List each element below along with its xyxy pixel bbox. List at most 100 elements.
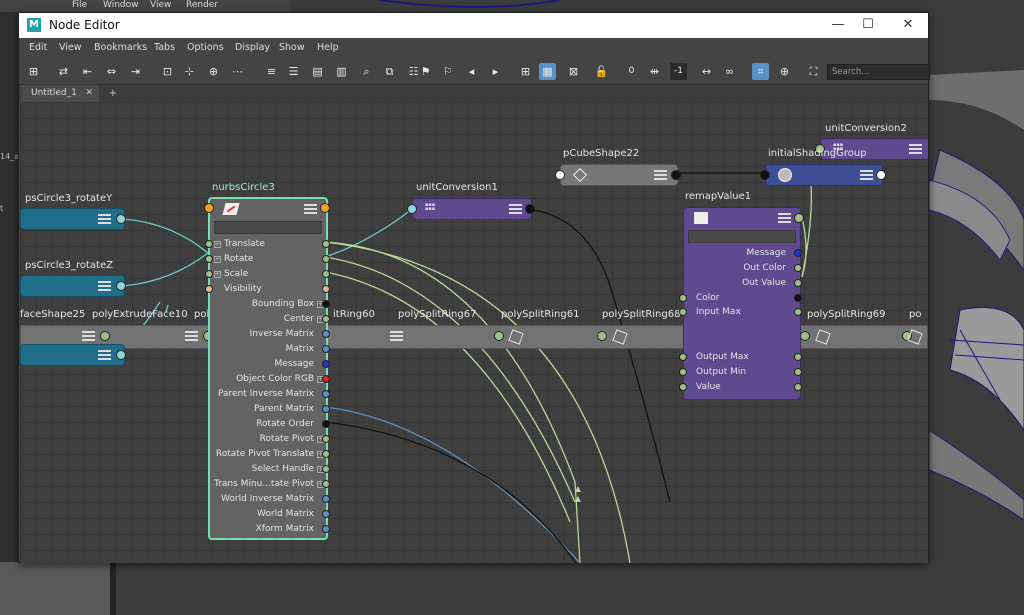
attr-output-port[interactable] [794, 264, 802, 272]
bg-menu-window[interactable]: Window [103, 0, 139, 10]
frame-selected-icon[interactable]: ⊹ [181, 63, 198, 80]
attr-input-port[interactable] [679, 368, 687, 376]
close-button[interactable]: ✕ [893, 16, 923, 34]
add-tab-button[interactable]: + [105, 85, 121, 102]
nurbs-attr-row[interactable]: + Select Handle [210, 462, 330, 477]
maximize-button[interactable]: ☐ [853, 16, 883, 34]
ring-port[interactable] [100, 331, 110, 341]
io-connections-icon[interactable]: ⇔ [103, 63, 120, 80]
bookmark-icon[interactable]: ⚑ [417, 63, 434, 80]
output-port[interactable] [116, 350, 126, 360]
expand-attr-icon[interactable]: + [214, 271, 221, 278]
zero-value[interactable]: 0 [623, 63, 640, 80]
frame-all-icon[interactable]: ⊡ [159, 63, 176, 80]
node-input-port[interactable] [204, 203, 214, 213]
nurbs-attr-row[interactable]: Parent Matrix [210, 402, 330, 417]
menu-bookmarks[interactable]: Bookmarks [94, 42, 147, 53]
shader-icon[interactable]: ⊠ [565, 63, 582, 80]
nurbs-attr-row[interactable]: Rotate Order [210, 417, 330, 432]
menu-tabs[interactable]: Tabs [154, 42, 175, 53]
input-port[interactable] [760, 170, 770, 180]
output-port[interactable] [116, 214, 126, 224]
graph-canvas[interactable]: psCircle3_rotateY psCircle3_rotateZ face… [20, 102, 928, 563]
nurbs-attr-row[interactable]: + Scale [205, 267, 330, 282]
bg-menu-view[interactable]: View [150, 0, 171, 10]
tab-close-icon[interactable]: ✕ [85, 85, 93, 102]
node-list-icon[interactable] [98, 281, 111, 291]
output-connections-icon[interactable]: ⇥ [127, 63, 144, 80]
ring-list-icon[interactable] [82, 331, 95, 341]
nurbs-attr-row[interactable]: Inverse Matrix [210, 327, 330, 342]
output-port[interactable] [794, 213, 804, 223]
node-unitConversion1[interactable]: ▪▪▪ ▪▪▪ [407, 198, 535, 220]
nurbs-attr-row[interactable]: Parent Inverse Matrix [210, 387, 330, 402]
nurbs-attr-row[interactable]: World Inverse Matrix [210, 492, 330, 507]
nurbs-attr-row[interactable]: + Rotate Pivot [210, 432, 330, 447]
node-pCubeShape22[interactable] [555, 164, 681, 186]
node-rotateY[interactable] [20, 208, 126, 230]
attr-input-port[interactable] [205, 285, 213, 293]
input-port[interactable] [555, 170, 565, 180]
attr-output-port[interactable] [322, 255, 330, 263]
title-bar[interactable]: M Node Editor — ☐ ✕ [19, 13, 928, 38]
nurbs-attr-row[interactable]: World Matrix [210, 507, 330, 522]
spread-icon[interactable]: ⇹ [646, 63, 663, 80]
link-icon[interactable]: ∞ [721, 63, 738, 80]
attr-output-port[interactable] [794, 368, 802, 376]
remap-attr-row[interactable]: Out Value [684, 276, 802, 291]
attr-output-port[interactable] [322, 480, 330, 488]
menu-options[interactable]: Options [187, 42, 224, 53]
attr-output-port[interactable] [322, 525, 330, 533]
output-port[interactable] [116, 281, 126, 291]
attr-input-port[interactable] [205, 255, 213, 263]
node-list-icon[interactable] [509, 204, 522, 214]
node-list-icon[interactable] [778, 213, 791, 223]
node-initialShadingGroup[interactable] [760, 164, 886, 186]
menu-view[interactable]: View [59, 42, 82, 53]
remap-attr-row[interactable]: Input Max [679, 305, 802, 320]
input-connections-icon[interactable]: ⇤ [79, 63, 96, 80]
node-nurbsCircle3[interactable]: + Translate + Rotate + Scale Visibility + Boundi… [204, 197, 330, 540]
menu-edit[interactable]: Edit [29, 42, 47, 53]
attr-output-port[interactable] [794, 279, 802, 287]
attr-output-port[interactable] [794, 249, 802, 257]
swap-icon[interactable]: ⇄ [55, 63, 72, 80]
custom-mode-icon[interactable]: ▥ [333, 63, 350, 80]
add-selected-icon[interactable]: ⊞ [25, 63, 42, 80]
align-icon[interactable]: ⋯ [229, 63, 246, 80]
full-mode-icon[interactable]: ▤ [309, 63, 326, 80]
node-rotateZ[interactable] [20, 275, 126, 297]
attr-input-port[interactable] [679, 383, 687, 391]
layout-icon[interactable]: ⊕ [205, 63, 222, 80]
nurbs-attr-row[interactable]: Xform Matrix [210, 522, 330, 537]
graph-icon[interactable]: ⧉ [381, 63, 398, 80]
attr-output-port[interactable] [322, 375, 330, 383]
lock-icon[interactable]: 🔓 [593, 63, 610, 80]
minimize-button[interactable]: — [823, 16, 853, 34]
snap-grid-icon[interactable]: ⌗ [752, 63, 769, 80]
bg-menu-file[interactable]: File [72, 0, 87, 10]
node-list-icon[interactable] [98, 350, 111, 360]
attr-output-port[interactable] [322, 315, 330, 323]
attr-input-port[interactable] [205, 240, 213, 248]
attr-output-port[interactable] [322, 285, 330, 293]
expand-attr-icon[interactable]: + [214, 256, 221, 263]
nurbs-attr-row[interactable]: + Translate [205, 237, 330, 252]
node-rename-field[interactable] [214, 221, 322, 234]
nurbs-attr-row[interactable]: Visibility [205, 282, 330, 297]
attr-output-port[interactable] [322, 450, 330, 458]
search-input[interactable]: Search... [827, 64, 930, 80]
attr-input-port[interactable] [205, 270, 213, 278]
node-faceShape[interactable] [20, 344, 126, 366]
nurbs-attr-row[interactable]: + Center [210, 312, 330, 327]
magnify-icon[interactable]: ⌕ [358, 63, 375, 80]
node-remapValue1[interactable]: Message Out Color Out Value Color Input Max O… [679, 207, 804, 400]
bookmark-prev-icon[interactable]: ◂ [463, 63, 480, 80]
output-port[interactable] [876, 170, 886, 180]
attr-output-port[interactable] [322, 510, 330, 518]
attr-output-port[interactable] [322, 345, 330, 353]
attr-output-port[interactable] [322, 240, 330, 248]
add-attribute-icon[interactable]: ⊕ [776, 63, 793, 80]
attr-output-port[interactable] [794, 383, 802, 391]
menu-display[interactable]: Display [235, 42, 270, 53]
